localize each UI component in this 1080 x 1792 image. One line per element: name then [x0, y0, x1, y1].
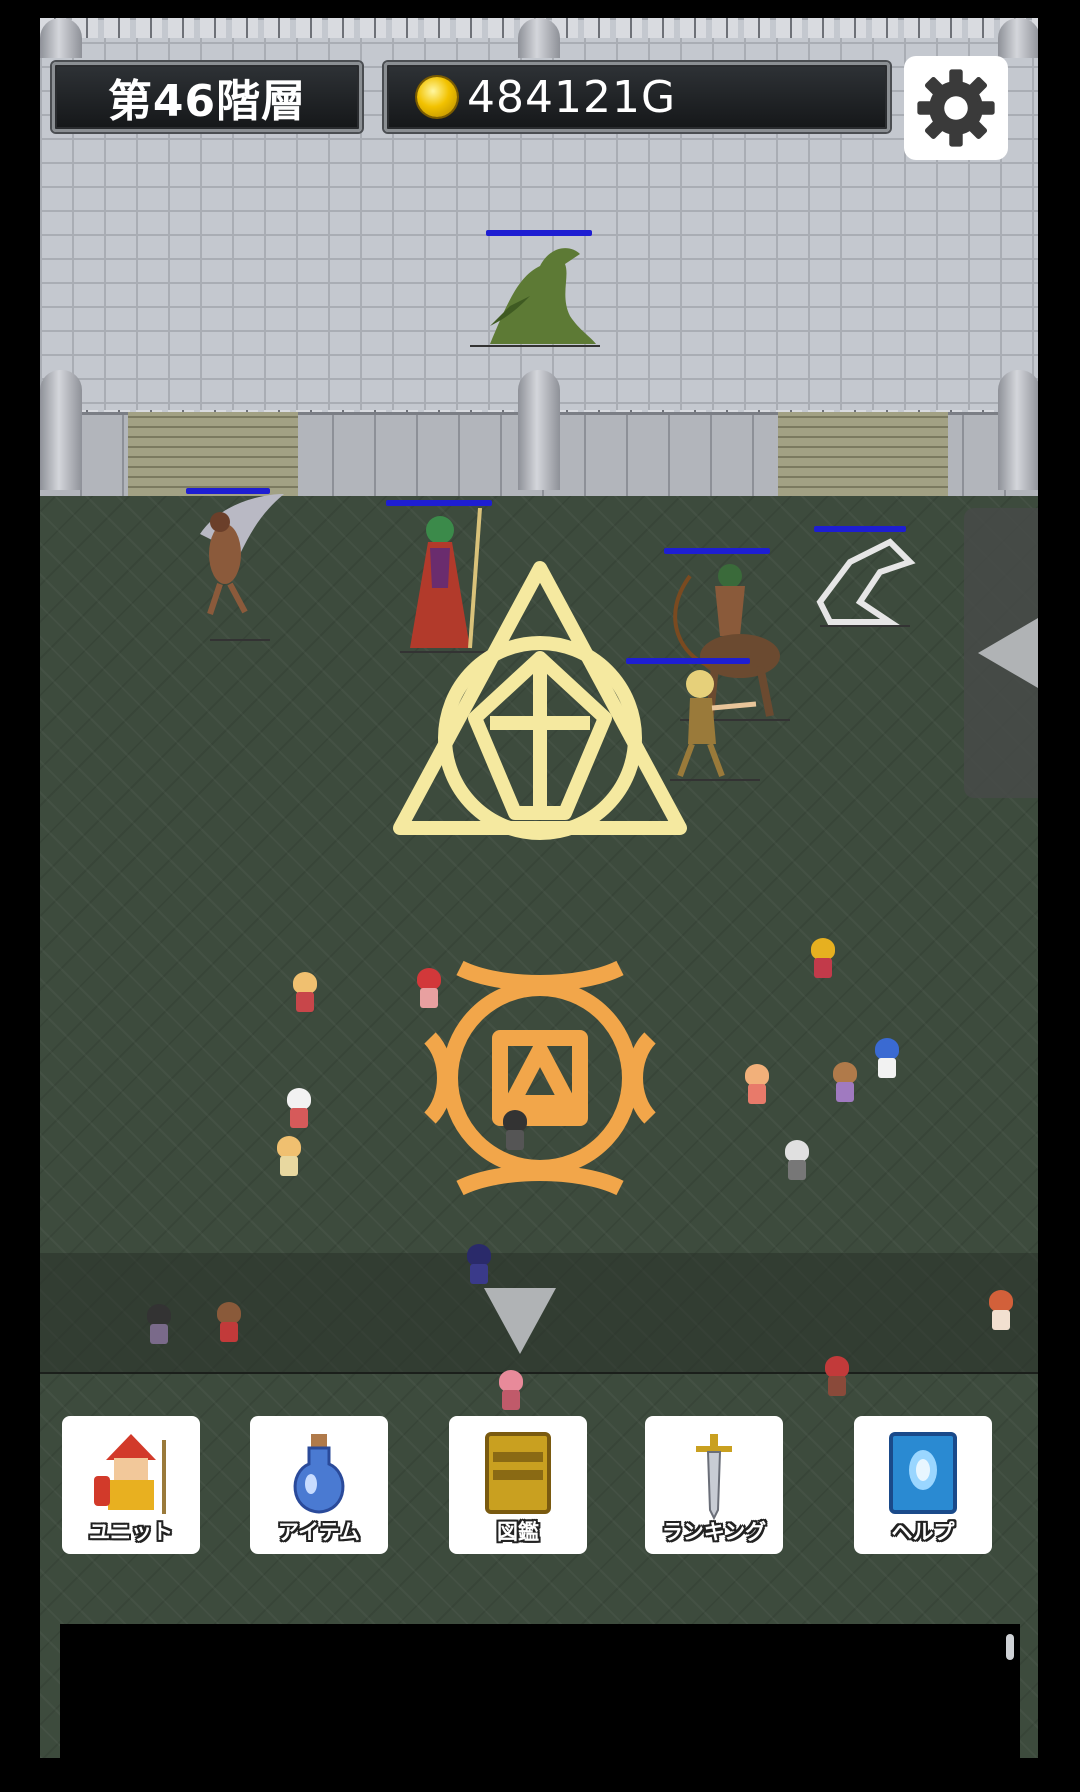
reserve-unit[interactable] — [986, 1290, 1016, 1334]
side-panel-toggle[interactable] — [964, 508, 1038, 798]
castle-tower — [40, 18, 82, 58]
game-screen: 第46階層 484121G ユニット アイテム 図鑑 ランキング ヘルプ — [40, 18, 1038, 1758]
ally-unit[interactable] — [414, 968, 444, 1012]
ally-unit[interactable] — [274, 1136, 304, 1180]
ally-unit[interactable] — [742, 1064, 772, 1108]
triangle-left-icon — [978, 618, 1038, 688]
ally-unit[interactable] — [782, 1140, 812, 1184]
encyclopedia-menu-button[interactable]: 図鑑 — [449, 1416, 587, 1554]
ally-unit[interactable] — [830, 1062, 860, 1106]
item-menu-label: アイテム — [278, 1520, 360, 1544]
book-icon — [485, 1432, 551, 1514]
floor-indicator: 第46階層 — [52, 62, 362, 132]
castle-stairs — [778, 412, 948, 496]
potion-icon — [293, 1434, 345, 1514]
gold-coin-icon — [417, 77, 457, 117]
skeleton-enemy[interactable] — [810, 532, 920, 632]
ally-unit[interactable] — [284, 1088, 314, 1132]
castle-stairs — [128, 412, 298, 496]
settings-button[interactable] — [904, 56, 1008, 160]
castle-tower — [518, 18, 560, 58]
sword-icon — [696, 1434, 732, 1520]
castle-tower — [40, 370, 82, 490]
castle-tower — [998, 370, 1038, 490]
ranking-menu-button[interactable]: ランキング — [645, 1416, 783, 1554]
help-menu-label: ヘルプ — [891, 1520, 955, 1544]
reserve-unit[interactable] — [822, 1356, 852, 1400]
warrior-icon — [94, 1434, 166, 1514]
ad-banner-area — [60, 1624, 1020, 1758]
dragon-enemy[interactable] — [470, 236, 600, 348]
encyclopedia-menu-label: 図鑑 — [497, 1520, 539, 1544]
reserve-unit[interactable] — [464, 1244, 494, 1288]
ally-unit[interactable] — [872, 1038, 902, 1082]
ally-unit[interactable] — [808, 938, 838, 982]
help-menu-button[interactable]: ヘルプ — [854, 1416, 992, 1554]
enemy-hp-bar — [386, 500, 492, 506]
ranking-menu-label: ランキング — [661, 1520, 767, 1544]
zone-divider — [40, 1372, 1038, 1374]
gear-icon — [917, 69, 995, 147]
scrollbar[interactable] — [1006, 1634, 1014, 1660]
unit-menu-label: ユニット — [89, 1520, 173, 1544]
reserve-unit[interactable] — [496, 1370, 526, 1414]
enemy-magic-circle — [393, 561, 687, 840]
castle-tower — [518, 370, 560, 490]
ally-unit[interactable] — [290, 972, 320, 1016]
castle-tower — [998, 18, 1038, 58]
enemy-hp-bar — [664, 548, 770, 554]
ally-unit[interactable] — [500, 1110, 530, 1154]
item-menu-button[interactable]: アイテム — [250, 1416, 388, 1554]
reserve-unit[interactable] — [214, 1302, 244, 1346]
reserve-unit[interactable] — [144, 1304, 174, 1348]
floor-label: 第46階層 — [107, 76, 307, 127]
triangle-down-icon[interactable] — [484, 1288, 556, 1354]
harpy-enemy[interactable] — [180, 494, 290, 644]
ally-magic-circle — [423, 960, 657, 1196]
gold-indicator: 484121G — [384, 62, 890, 132]
unit-menu-button[interactable]: ユニット — [62, 1416, 200, 1554]
gold-value: 484121G — [467, 71, 677, 123]
help-book-icon — [889, 1432, 957, 1514]
